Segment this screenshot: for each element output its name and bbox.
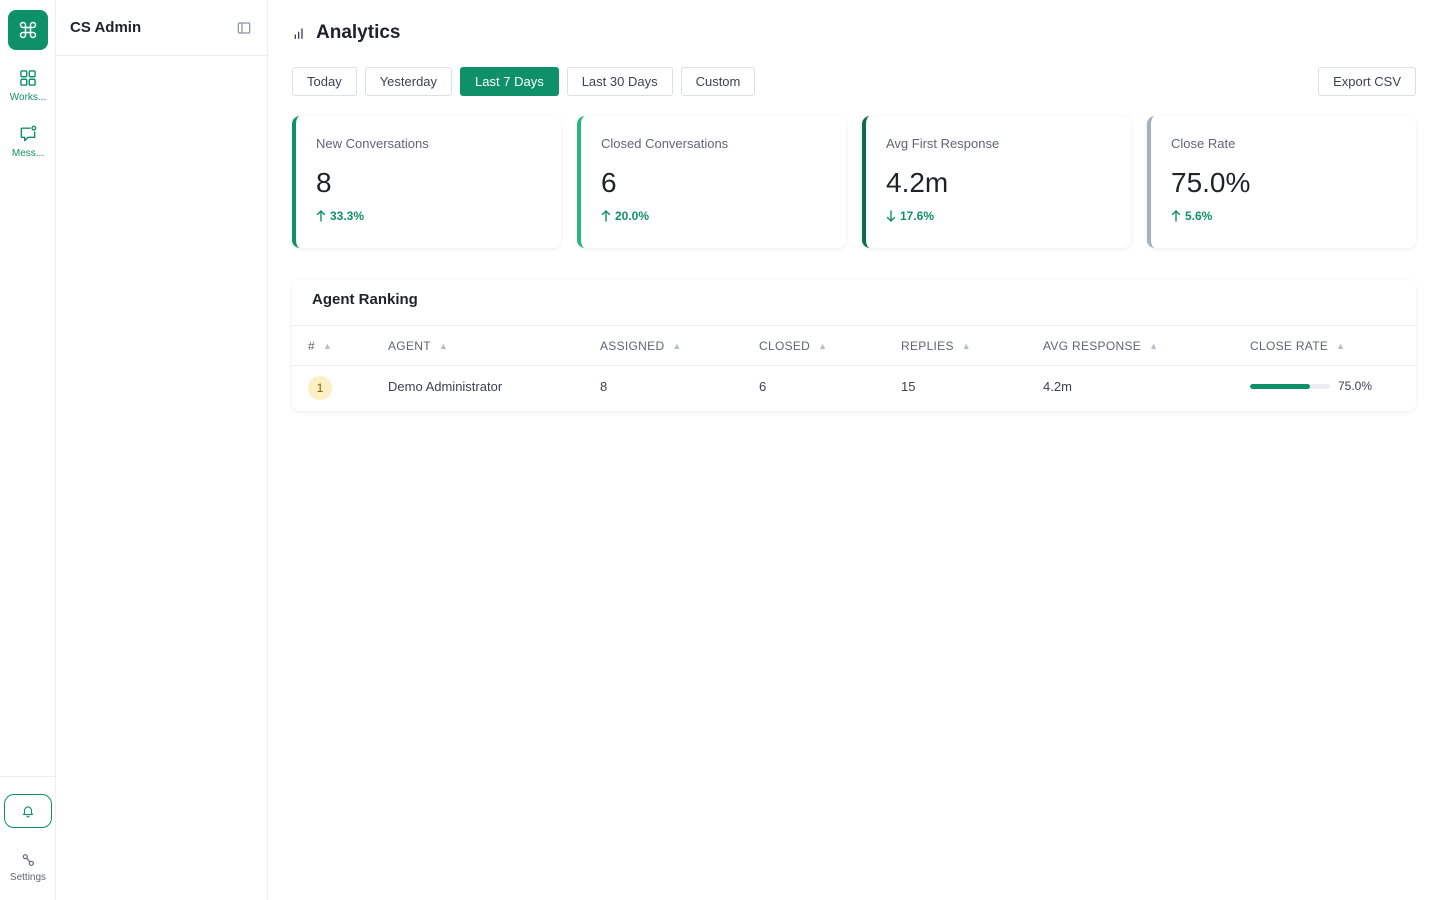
stat-label: Closed Conversations xyxy=(601,136,729,151)
sort-icon: ▲ xyxy=(961,341,972,351)
settings-icon xyxy=(22,854,34,866)
closed-count: 6 xyxy=(759,379,767,394)
command-icon xyxy=(19,21,37,39)
stat-value: 8 xyxy=(316,167,332,198)
column-header-label: CLOSE RATE xyxy=(1250,339,1329,353)
table-row[interactable]: 1 Demo Administrator 8 6 15 4.2m 75.0% xyxy=(292,366,1416,406)
column-header-label: AVG RESPONSE xyxy=(1043,339,1142,353)
stat-card-new-conversations: New Conversations 8 33.3% xyxy=(292,116,561,248)
arrow-down-icon xyxy=(886,210,896,222)
arrow-up-icon xyxy=(316,210,326,222)
agent-name: Demo Administrator xyxy=(388,379,503,394)
agent-ranking-title: Agent Ranking xyxy=(292,280,1416,326)
table-header: # ▲ AGENT ▲ ASSIGNED ▲ CLOSED ▲ REPLIES ▲ AVG… xyxy=(292,326,1416,366)
toggle-sidebar-button[interactable] xyxy=(235,19,253,37)
bar-chart-icon xyxy=(294,28,303,39)
stat-cards: New Conversations 8 33.3% Closed Convers… xyxy=(292,116,1416,248)
stat-delta-value: 17.6% xyxy=(900,209,935,223)
column-header-label: ASSIGNED xyxy=(600,339,665,353)
sort-icon: ▲ xyxy=(438,341,449,351)
range-last-7-days-button[interactable]: Last 7 Days xyxy=(460,67,559,96)
stat-label: Avg First Response xyxy=(886,136,1000,151)
app-logo[interactable] xyxy=(8,10,48,50)
bell-icon xyxy=(22,806,34,818)
sidebar-panel: CS Admin xyxy=(56,0,268,900)
rail-item-settings[interactable]: Settings xyxy=(0,852,56,883)
stat-value: 4.2m xyxy=(886,167,949,198)
stat-delta-value: 20.0% xyxy=(615,209,650,223)
column-header-label: # xyxy=(308,339,315,353)
range-last-30-days-button[interactable]: Last 30 Days xyxy=(566,67,673,96)
close-rate-bar xyxy=(1250,383,1330,389)
sort-icon: ▲ xyxy=(672,341,682,351)
stat-delta: 33.3% xyxy=(316,209,541,223)
column-header-avg-response[interactable]: AVG RESPONSE ▲ xyxy=(1043,339,1158,353)
grid-icon xyxy=(20,70,36,86)
close-rate-value: 75.0% xyxy=(1338,379,1373,393)
sort-icon: ▲ xyxy=(818,341,828,351)
range-yesterday-button[interactable]: Yesterday xyxy=(364,67,453,96)
stat-value: 75.0% xyxy=(1171,167,1251,198)
rail-item-messages[interactable]: Mess... xyxy=(0,124,56,159)
arrow-up-icon xyxy=(1171,210,1181,222)
stat-delta-value: 33.3% xyxy=(330,209,365,223)
page-title: Analytics xyxy=(292,22,400,44)
stat-label: Close Rate xyxy=(1171,136,1236,151)
agent-ranking-panel: Agent Ranking # ▲ AGENT ▲ ASSIGNED ▲ CLOSED… xyxy=(292,280,1416,411)
panel-title: CS Admin xyxy=(70,19,142,36)
range-custom-button[interactable]: Custom xyxy=(680,67,756,96)
stat-card-avg-first-response: Avg First Response 4.2m 17.6% xyxy=(862,116,1131,248)
avg-response-value: 4.2m xyxy=(1043,379,1072,394)
stat-delta: 5.6% xyxy=(1171,209,1396,223)
panel-header: CS Admin xyxy=(56,0,267,56)
rail-item-label: Mess... xyxy=(11,148,45,159)
stat-delta: 20.0% xyxy=(601,209,826,223)
sort-icon: ▲ xyxy=(1336,341,1346,351)
rank-badge: 1 xyxy=(308,376,332,400)
stat-delta-value: 5.6% xyxy=(1185,209,1213,223)
rail-item-label: Works... xyxy=(9,92,47,103)
message-icon xyxy=(20,125,37,142)
notifications-button[interactable] xyxy=(4,794,52,828)
page-title-text: Analytics xyxy=(316,22,401,43)
column-header-close-rate[interactable]: CLOSE RATE ▲ xyxy=(1250,339,1345,353)
column-header-label: REPLIES xyxy=(901,339,954,353)
icon-rail: Works... Mess... Settings xyxy=(0,0,56,900)
export-csv-button[interactable]: Export CSV xyxy=(1318,67,1416,96)
column-header-closed[interactable]: CLOSED ▲ xyxy=(759,339,827,353)
column-header-replies[interactable]: REPLIES ▲ xyxy=(901,339,971,353)
sort-icon: ▲ xyxy=(322,341,333,351)
sort-icon: ▲ xyxy=(1149,341,1159,351)
stat-value: 6 xyxy=(601,167,617,198)
range-today-button[interactable]: Today xyxy=(292,67,357,96)
close-rate-bar-fill xyxy=(1250,383,1310,389)
stat-card-closed-conversations: Closed Conversations 6 20.0% xyxy=(577,116,846,248)
column-header-label: CLOSED xyxy=(759,339,811,353)
arrow-up-icon xyxy=(601,210,611,222)
close-rate-cell: 75.0% xyxy=(1250,379,1372,393)
replies-count: 15 xyxy=(901,379,916,394)
column-header-label: AGENT xyxy=(388,339,431,353)
sidebar-toggle-icon xyxy=(237,21,251,34)
rail-item-workspace[interactable]: Works... xyxy=(0,68,56,103)
rail-item-label: Settings xyxy=(9,872,47,883)
main-content: Analytics Today Yesterday Last 7 Days La… xyxy=(268,0,1440,900)
column-header-assigned[interactable]: ASSIGNED ▲ xyxy=(600,339,682,353)
rail-divider xyxy=(0,776,56,777)
assigned-count: 8 xyxy=(600,379,608,394)
stat-label: New Conversations xyxy=(316,136,429,151)
stat-card-close-rate: Close Rate 75.0% 5.6% xyxy=(1147,116,1416,248)
column-header-agent[interactable]: AGENT ▲ xyxy=(388,339,448,353)
stat-delta: 17.6% xyxy=(886,209,1111,223)
date-range-selector: Today Yesterday Last 7 Days Last 30 Days… xyxy=(292,67,756,96)
column-header-rank[interactable]: # ▲ xyxy=(308,339,332,353)
